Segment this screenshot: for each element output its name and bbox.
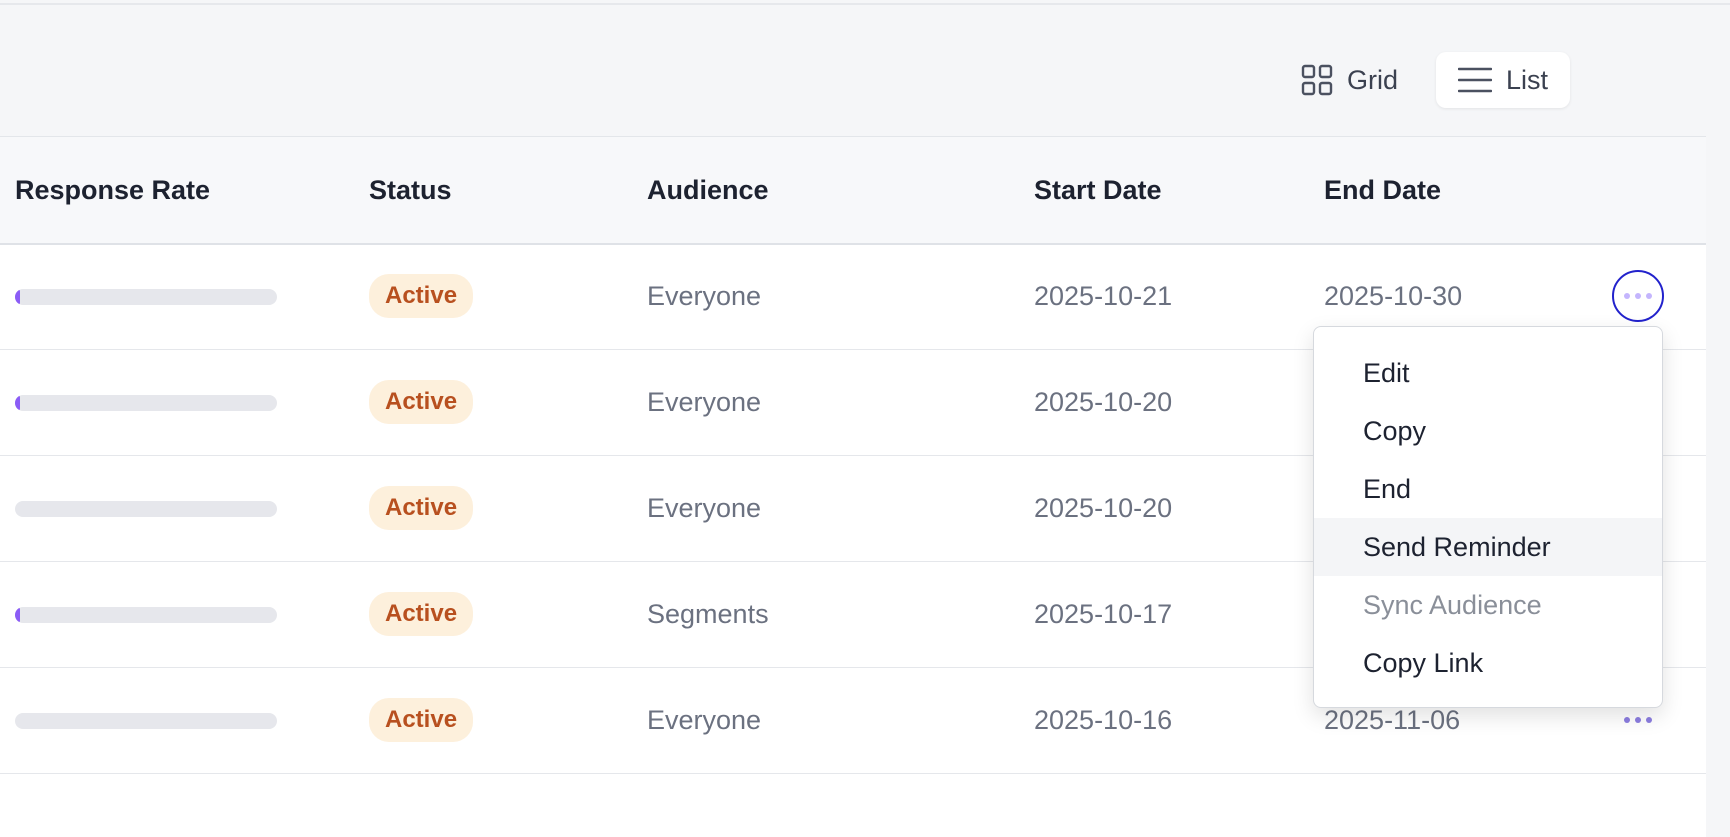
response-rate-fill	[15, 607, 21, 623]
top-divider	[0, 3, 1730, 5]
column-header-status[interactable]: Status	[369, 137, 452, 243]
status-badge: Active	[369, 274, 474, 318]
view-toggle: Grid List	[1279, 52, 1570, 108]
audience-cell: Segments	[647, 598, 769, 629]
row-actions-button[interactable]	[1612, 270, 1664, 322]
start-date-cell: 2025-10-20	[1034, 492, 1173, 523]
response-rate-bar	[15, 713, 277, 729]
table-header: Response Rate Status Audience Start Date…	[0, 137, 1706, 245]
column-header-audience[interactable]: Audience	[647, 137, 769, 243]
response-rate-bar	[15, 395, 277, 411]
list-view-button[interactable]: List	[1435, 52, 1570, 108]
menu-item-copy[interactable]: Copy	[1314, 402, 1662, 460]
list-icon	[1457, 67, 1492, 93]
start-date-cell: 2025-10-20	[1034, 386, 1173, 417]
response-rate-bar	[15, 607, 277, 623]
audience-cell: Everyone	[647, 704, 762, 735]
grid-view-button[interactable]: Grid	[1279, 52, 1420, 108]
start-date-cell: 2025-10-21	[1034, 280, 1173, 311]
column-header-end-date[interactable]: End Date	[1324, 137, 1441, 243]
status-badge: Active	[369, 698, 474, 742]
row-actions-menu: Edit Copy End Send Reminder Sync Audienc…	[1313, 326, 1663, 708]
status-badge: Active	[369, 380, 474, 424]
more-horizontal-icon	[1624, 293, 1652, 299]
start-date-cell: 2025-10-16	[1034, 704, 1173, 735]
audience-cell: Everyone	[647, 492, 762, 523]
menu-item-edit[interactable]: Edit	[1314, 344, 1662, 402]
menu-item-sync-audience: Sync Audience	[1363, 589, 1542, 620]
response-rate-fill	[15, 289, 21, 305]
more-horizontal-icon	[1624, 717, 1652, 723]
response-rate-bar	[15, 501, 277, 517]
grid-view-label: Grid	[1346, 64, 1398, 95]
menu-item-send-reminder[interactable]: Send Reminder	[1314, 518, 1662, 576]
response-rate-bar	[15, 289, 277, 305]
audience-cell: Everyone	[647, 386, 762, 417]
status-badge: Active	[369, 486, 474, 530]
audience-cell: Everyone	[647, 280, 762, 311]
grid-icon	[1301, 64, 1333, 96]
column-header-response-rate[interactable]: Response Rate	[15, 137, 210, 243]
list-view-label: List	[1505, 64, 1548, 95]
response-rate-fill	[15, 395, 21, 411]
menu-item-copy-link[interactable]: Copy Link	[1314, 634, 1662, 692]
menu-item-end[interactable]: End	[1314, 460, 1662, 518]
status-badge: Active	[369, 592, 474, 636]
start-date-cell: 2025-10-17	[1034, 598, 1173, 629]
column-header-start-date[interactable]: Start Date	[1034, 137, 1162, 243]
